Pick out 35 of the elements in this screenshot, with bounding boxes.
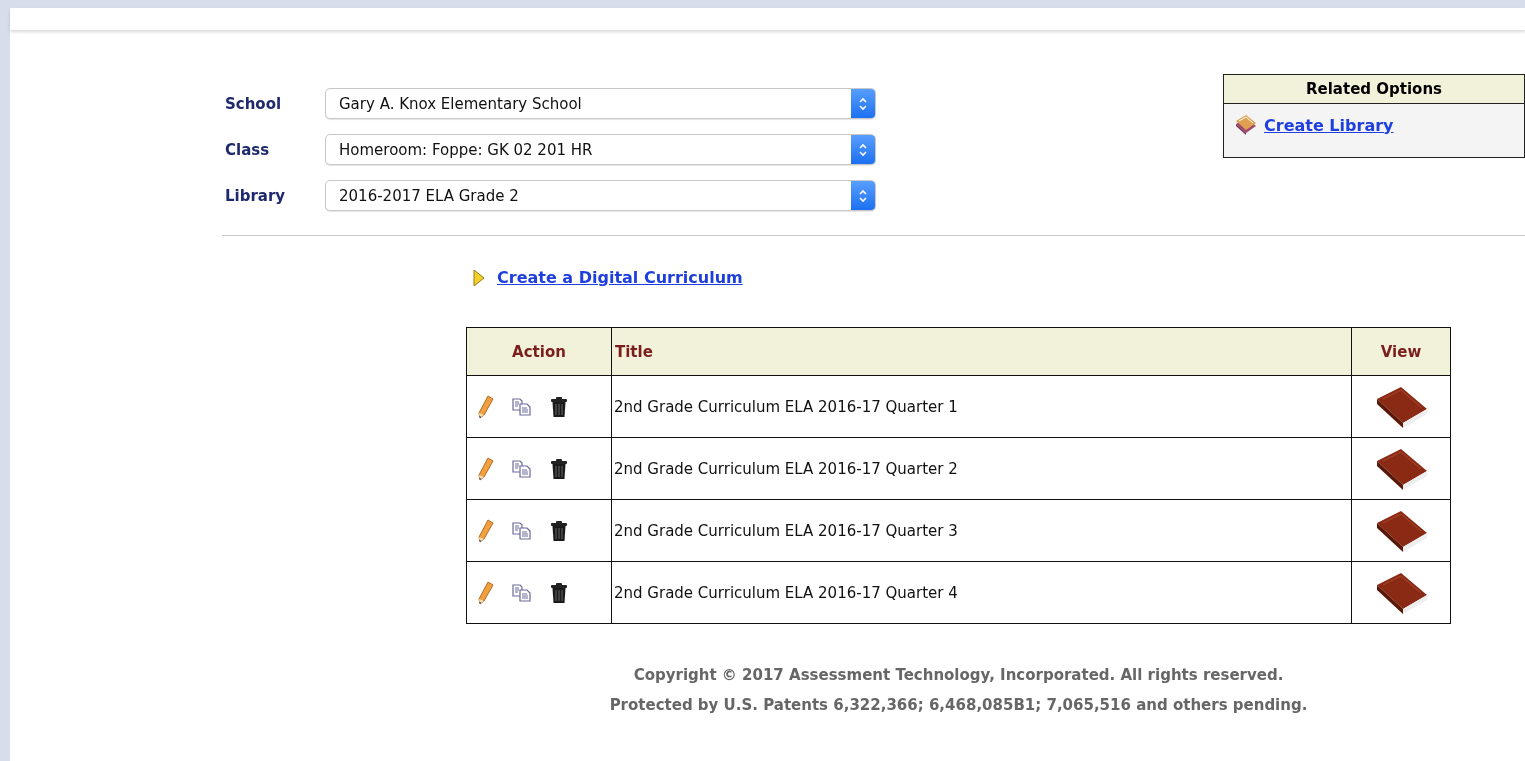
panel-title: Related Options — [1224, 75, 1524, 104]
column-header: Action — [466, 327, 612, 376]
pencil-icon[interactable] — [478, 456, 494, 481]
footer-text: Protected by U.S. Patents 6,322,366; 6,468,085B1; 7,065,516 and others pending. — [608, 695, 1309, 716]
column-header: Title — [611, 327, 1352, 376]
trash-icon[interactable] — [550, 457, 568, 480]
copy-icon[interactable] — [512, 397, 532, 416]
column-header: View — [1351, 327, 1451, 376]
table-cell: 2nd Grade Curriculum ELA 2016-17 Quarter 1 — [611, 375, 1352, 438]
footer-text: Copyright © 2017 Assessment Technology, Incorporated. All rights reserved. — [632, 665, 1285, 686]
trash-icon[interactable] — [550, 395, 568, 418]
create-curriculum-link[interactable]: Create a Digital Curriculum — [497, 268, 743, 287]
books-icon — [1234, 114, 1258, 136]
table-cell: 2nd Grade Curriculum ELA 2016-17 Quarter 2 — [611, 437, 1352, 500]
chevron-icon — [858, 95, 868, 112]
field-label: School — [225, 94, 283, 113]
table-cell: 2nd Grade Curriculum ELA 2016-17 Quarter 4 — [611, 561, 1352, 624]
pencil-icon[interactable] — [478, 518, 494, 543]
dropdown[interactable]: 2016-2017 ELA Grade 2 — [325, 180, 876, 211]
create-library-link[interactable]: Create Library — [1264, 115, 1394, 135]
field-label: Library — [225, 186, 287, 205]
pencil-icon[interactable] — [478, 394, 494, 419]
trash-icon[interactable] — [550, 519, 568, 542]
table-cell: 2nd Grade Curriculum ELA 2016-17 Quarter 3 — [611, 499, 1352, 562]
dropdown[interactable]: Gary A. Knox Elementary School — [325, 88, 876, 119]
field-label: Class — [225, 140, 271, 159]
copy-icon[interactable] — [512, 521, 532, 540]
copy-icon[interactable] — [512, 583, 532, 602]
copy-icon[interactable] — [512, 459, 532, 478]
chevron-icon — [858, 141, 868, 158]
chevron-icon — [858, 187, 868, 204]
arrow-icon — [473, 268, 485, 287]
dropdown[interactable]: Homeroom: Foppe: GK 02 201 HR — [325, 134, 876, 165]
trash-icon[interactable] — [550, 581, 568, 604]
pencil-icon[interactable] — [478, 580, 494, 605]
